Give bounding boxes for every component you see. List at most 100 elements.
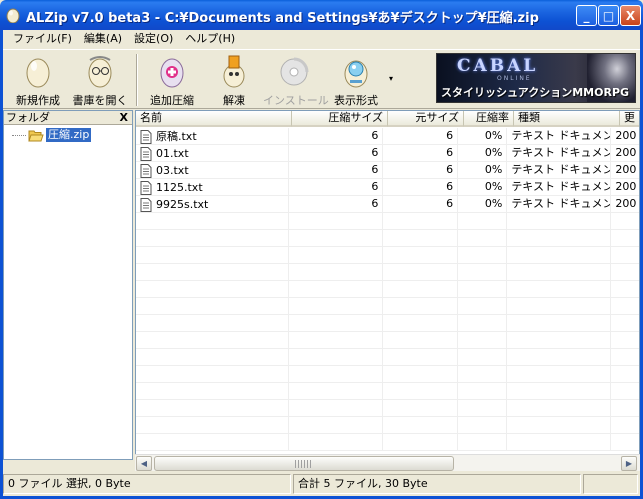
empty-cell (136, 281, 290, 298)
add-compress-button[interactable]: 追加圧縮 (141, 52, 203, 108)
banner-tagline: スタイリッシュアクションMMORPG (441, 86, 630, 99)
title-bar: ALZip v7.0 beta3 - C:¥Documents and Sett… (0, 0, 643, 30)
cell-type: テキスト ドキュメント (507, 162, 612, 179)
table-row (136, 213, 639, 230)
cell-type: テキスト ドキュメント (507, 145, 612, 162)
cell-ratio: 0% (458, 179, 508, 196)
empty-cell (289, 349, 384, 366)
cell-packed: 6 (289, 162, 384, 179)
empty-cell (507, 264, 612, 281)
cell-date: 200 (611, 179, 639, 196)
table-row[interactable]: 01.txt660%テキスト ドキュメント200 (136, 145, 639, 162)
ad-banner[interactable]: CABAL ONLINE スタイリッシュアクションMMORPG (436, 53, 636, 103)
table-row[interactable]: 03.txt660%テキスト ドキュメント200 (136, 162, 639, 179)
empty-cell (611, 417, 639, 434)
empty-cell (458, 400, 508, 417)
egg-view-icon (344, 60, 368, 88)
view-mode-button[interactable]: 表示形式 (325, 52, 387, 108)
menu-help[interactable]: ヘルプ(H) (179, 30, 241, 48)
file-list: 名前 圧縮サイズ 元サイズ 圧縮率 種類 更 原稿.txt 6 6 0% テキスト ドキ… (135, 110, 640, 460)
column-header-modified[interactable]: 更 (620, 111, 639, 127)
empty-cell (611, 332, 639, 349)
open-archive-button[interactable]: 書庫を開く (69, 52, 131, 108)
empty-cell (289, 281, 384, 298)
banner-subtitle: ONLINE (497, 75, 532, 82)
empty-cell (458, 281, 508, 298)
menu-file[interactable]: ファイル(F) (7, 30, 78, 48)
scroll-right-icon[interactable]: ▶ (621, 456, 637, 471)
menu-bar: ファイル(F) 編集(A) 設定(O) ヘルプ(H) (3, 30, 640, 48)
empty-cell (383, 366, 459, 383)
cell-type: テキスト ドキュメント (507, 128, 612, 145)
empty-cell (611, 213, 639, 230)
close-button[interactable]: X (620, 5, 641, 26)
table-row (136, 332, 639, 349)
view-mode-dropdown-icon[interactable]: ▾ (389, 74, 393, 83)
view-mode-label: 表示形式 (334, 94, 378, 107)
table-row (136, 366, 639, 383)
column-header-type[interactable]: 種類 (514, 111, 620, 127)
column-header-name[interactable]: 名前 (136, 111, 292, 127)
text-file-icon (140, 197, 152, 212)
empty-cell (458, 264, 508, 281)
scroll-thumb[interactable] (154, 456, 454, 471)
extract-button[interactable]: 解凍 (203, 52, 265, 108)
table-row[interactable]: 原稿.txt660%テキスト ドキュメント200 (136, 128, 639, 145)
empty-cell (458, 434, 508, 451)
column-header-ratio[interactable]: 圧縮率 (464, 111, 514, 127)
cell-size: 6 (383, 128, 459, 145)
cell-size: 6 (383, 145, 459, 162)
empty-cell (458, 349, 508, 366)
empty-cell (383, 349, 459, 366)
file-name: 9925s.txt (156, 197, 209, 211)
empty-cell (383, 417, 459, 434)
empty-cell (458, 366, 508, 383)
maximize-button[interactable]: □ (598, 5, 619, 26)
scroll-left-icon[interactable]: ◀ (136, 456, 152, 471)
empty-cell (611, 366, 639, 383)
empty-cell (383, 264, 459, 281)
cell-ratio: 0% (458, 128, 508, 145)
empty-cell (458, 247, 508, 264)
toolbar: 新規作成 書庫を開く 追加圧縮 解凍 インストール 表示形式 ▾ CABAL O… (3, 49, 640, 109)
menu-settings[interactable]: 設定(O) (128, 30, 179, 48)
table-row (136, 383, 639, 400)
empty-cell (507, 298, 612, 315)
table-row[interactable]: 9925s.txt660%テキスト ドキュメント200 (136, 196, 639, 213)
empty-cell (458, 417, 508, 434)
table-row (136, 230, 639, 247)
install-button[interactable]: インストール (263, 52, 329, 108)
empty-cell (611, 383, 639, 400)
folder-open-icon (28, 130, 44, 141)
empty-cell (611, 281, 639, 298)
cell-packed: 6 (289, 145, 384, 162)
horizontal-scrollbar[interactable]: ◀ ▶ (135, 454, 640, 471)
text-file-icon (140, 146, 152, 161)
cell-name: 01.txt (136, 145, 290, 162)
empty-cell (136, 417, 290, 434)
table-row (136, 247, 639, 264)
empty-cell (507, 281, 612, 298)
cell-date: 200 (611, 162, 639, 179)
new-archive-label: 新規作成 (16, 94, 60, 107)
egg-icon (26, 58, 50, 88)
column-header-size[interactable]: 元サイズ (388, 111, 464, 127)
empty-cell (289, 247, 384, 264)
file-name: 1125.txt (156, 180, 203, 194)
column-header-packed-size[interactable]: 圧縮サイズ (292, 111, 388, 127)
new-archive-button[interactable]: 新規作成 (7, 52, 69, 108)
alzip-app-icon[interactable] (5, 7, 21, 23)
empty-cell (458, 332, 508, 349)
menu-edit[interactable]: 編集(A) (78, 30, 128, 48)
folder-pane-close-icon[interactable]: X (120, 111, 128, 125)
empty-cell (611, 264, 639, 281)
minimize-button[interactable]: _ (576, 5, 597, 26)
status-bar: 0 ファイル 選択, 0 Byte 合計 5 ファイル, 30 Byte (3, 472, 640, 496)
empty-cell (136, 332, 290, 349)
tree-connector (12, 134, 26, 136)
table-row[interactable]: 1125.txt660%テキスト ドキュメント200 (136, 179, 639, 196)
egg-add-icon (160, 58, 184, 88)
tree-item-archive[interactable]: 圧縮.zip (12, 127, 92, 143)
cell-date: 200 (611, 196, 639, 213)
folder-pane-header: フォルダ X (4, 111, 132, 125)
